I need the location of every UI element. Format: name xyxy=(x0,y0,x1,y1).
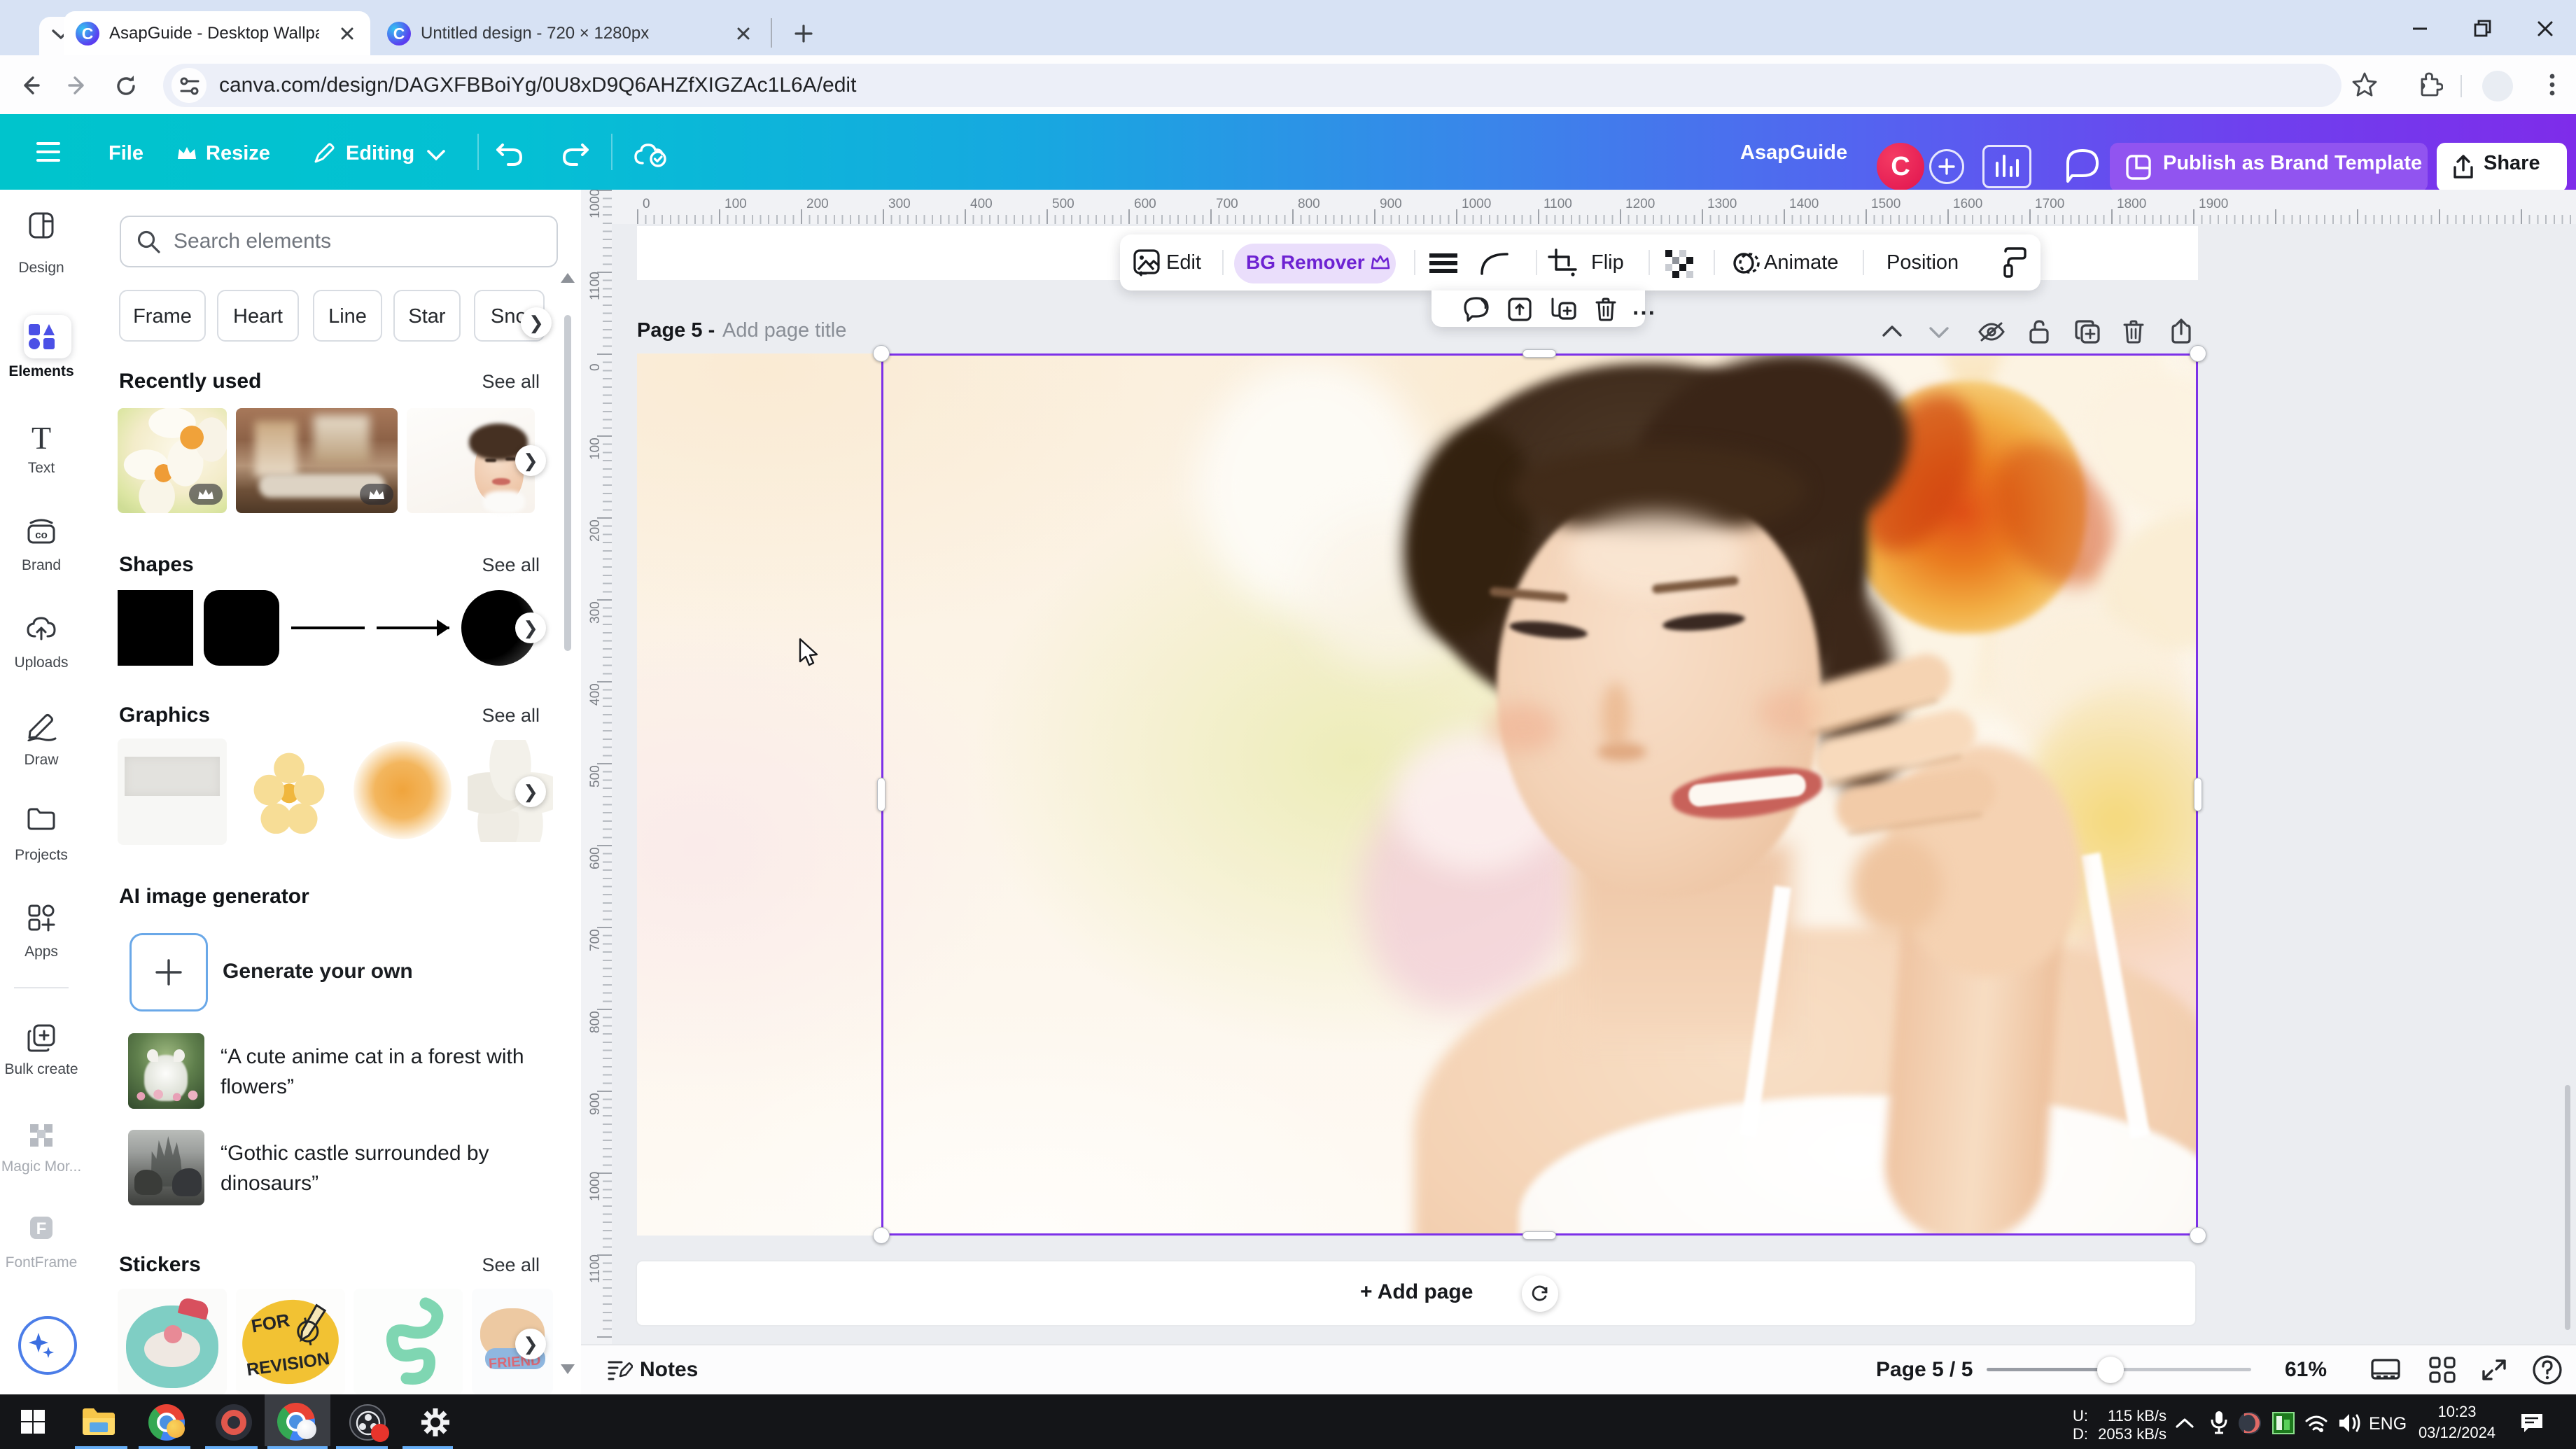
svg-text:F: F xyxy=(36,1219,47,1238)
svg-text:co: co xyxy=(35,529,48,541)
